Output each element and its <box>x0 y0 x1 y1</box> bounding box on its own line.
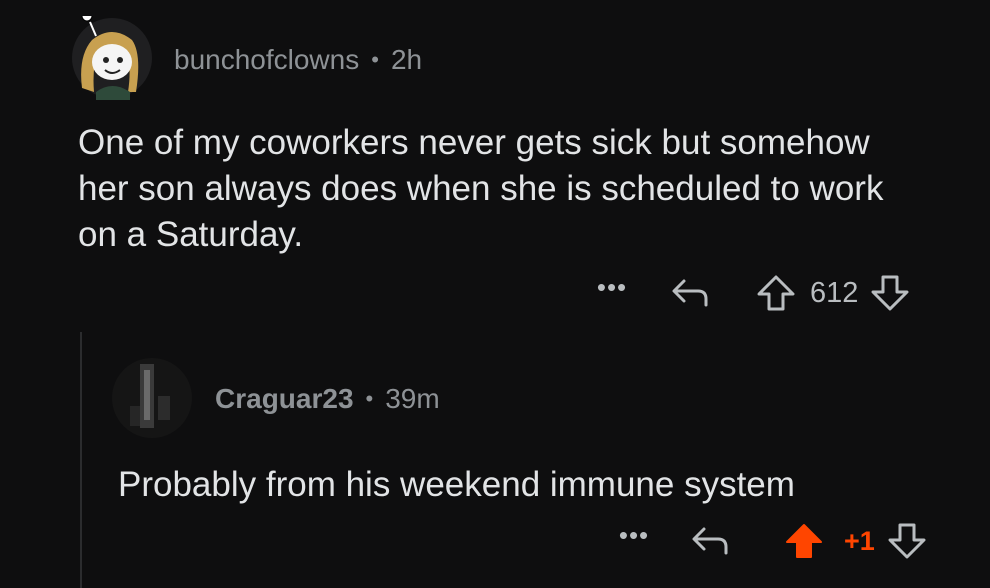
upvote-icon <box>757 275 795 311</box>
comment-author[interactable]: bunchofclowns <box>174 44 359 76</box>
comment-score: 612 <box>810 276 859 309</box>
reply-button[interactable] <box>688 525 732 557</box>
reply-score: +1 <box>844 525 875 556</box>
meta-separator: • <box>365 386 374 411</box>
reply-age: 39m <box>385 383 440 414</box>
downvote-icon <box>871 275 909 311</box>
comment-actions: ••• 612 <box>590 272 912 314</box>
comment-body: One of my coworkers never gets sick but … <box>78 123 884 254</box>
upvote-button[interactable] <box>754 274 798 312</box>
comment-meta: bunchofclowns • 2h <box>174 40 422 80</box>
more-button[interactable]: ••• <box>612 522 656 554</box>
meta-separator: • <box>371 47 379 72</box>
downvote-icon <box>888 523 926 559</box>
reply-avatar[interactable] <box>110 356 194 440</box>
reply-button[interactable] <box>668 277 712 309</box>
reply-meta: Craguar23 • 39m <box>215 379 440 419</box>
reply-icon <box>692 527 728 555</box>
more-button[interactable]: ••• <box>590 274 634 306</box>
more-icon: ••• <box>618 520 650 550</box>
reply-author[interactable]: Craguar23 <box>215 383 354 415</box>
reply-icon <box>672 279 708 307</box>
thread-line[interactable] <box>80 332 82 588</box>
comment-age: 2h <box>390 44 423 75</box>
reply-body: Probably from his weekend immune system <box>118 465 795 504</box>
reply-actions: ••• +1 <box>612 520 929 562</box>
upvote-button[interactable] <box>782 522 826 560</box>
downvote-button[interactable] <box>868 274 912 312</box>
comment-avatar[interactable] <box>70 10 154 100</box>
downvote-button[interactable] <box>885 522 929 560</box>
more-icon: ••• <box>596 272 628 302</box>
upvote-icon <box>786 524 822 558</box>
